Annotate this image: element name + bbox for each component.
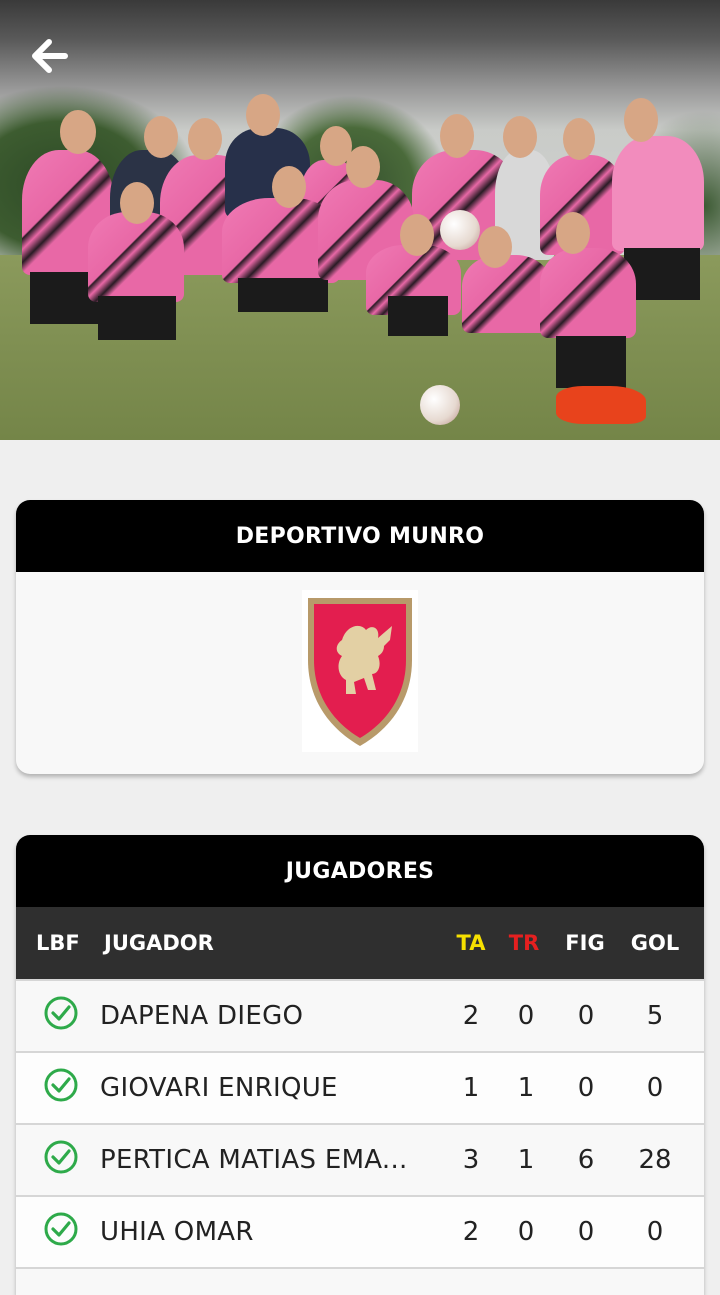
column-gol[interactable]: GOL bbox=[624, 907, 686, 979]
table-row[interactable]: UHIA OMAR 2 0 0 0 bbox=[16, 1195, 704, 1267]
team-card: DEPORTIVO MUNRO bbox=[16, 500, 704, 774]
player-name: PERTICA MATIAS EMA... bbox=[100, 1145, 408, 1175]
player-tr: 1 bbox=[517, 1145, 535, 1175]
table-header: LBF JUGADOR TA TR FIG GOL bbox=[16, 907, 704, 979]
arrow-left-icon bbox=[32, 39, 68, 73]
player-gol: 5 bbox=[646, 1001, 664, 1031]
column-player[interactable]: JUGADOR bbox=[104, 907, 214, 979]
photo-player bbox=[188, 118, 222, 160]
player-gol: 0 bbox=[646, 1217, 664, 1247]
player-ta: 2 bbox=[462, 1001, 480, 1031]
player-tr: 0 bbox=[517, 1001, 535, 1031]
team-crest bbox=[302, 590, 418, 752]
photo-player bbox=[503, 116, 537, 158]
player-name: DAPENA DIEGO bbox=[100, 1001, 304, 1031]
player-tr: 1 bbox=[517, 1073, 535, 1103]
player-name: GIOVARI ENRIQUE bbox=[100, 1073, 338, 1103]
column-ta[interactable]: TA bbox=[453, 907, 489, 979]
ball-icon bbox=[420, 385, 460, 425]
player-fig: 6 bbox=[577, 1145, 595, 1175]
back-button[interactable] bbox=[26, 36, 72, 76]
column-tr[interactable]: TR bbox=[506, 907, 542, 979]
check-circle-icon bbox=[44, 996, 78, 1030]
photo-cloth bbox=[556, 386, 646, 424]
player-tr: 0 bbox=[517, 1217, 535, 1247]
player-fig: 0 bbox=[577, 1217, 595, 1247]
column-lbf[interactable]: LBF bbox=[36, 907, 80, 979]
photo-player bbox=[60, 110, 96, 154]
player-fig: 0 bbox=[577, 1073, 595, 1103]
photo-player bbox=[120, 182, 154, 224]
photo-player bbox=[624, 98, 658, 142]
players-title: JUGADORES bbox=[16, 835, 704, 907]
player-gol: 0 bbox=[646, 1073, 664, 1103]
photo-player bbox=[88, 212, 184, 302]
team-photo bbox=[0, 0, 720, 440]
photo-player bbox=[540, 248, 636, 338]
photo-player bbox=[612, 136, 704, 251]
player-ta: 1 bbox=[462, 1073, 480, 1103]
photo-player bbox=[478, 226, 512, 268]
photo-player bbox=[346, 146, 380, 188]
check-circle-icon bbox=[44, 1140, 78, 1174]
check-circle-icon bbox=[44, 1212, 78, 1246]
player-fig: 0 bbox=[577, 1001, 595, 1031]
photo-player bbox=[563, 118, 595, 160]
photo-player bbox=[144, 116, 178, 158]
table-row[interactable] bbox=[16, 1267, 704, 1295]
photo-player bbox=[556, 212, 590, 254]
photo-player bbox=[238, 278, 328, 312]
photo-player bbox=[246, 94, 280, 136]
table-row[interactable]: PERTICA MATIAS EMA... 3 1 6 28 bbox=[16, 1123, 704, 1195]
player-ta: 3 bbox=[462, 1145, 480, 1175]
photo-player bbox=[400, 214, 434, 256]
photo-player bbox=[462, 255, 552, 333]
ball-icon bbox=[440, 210, 480, 250]
team-name: DEPORTIVO MUNRO bbox=[16, 500, 704, 572]
photo-player bbox=[98, 296, 176, 340]
check-circle-icon bbox=[44, 1068, 78, 1102]
table-row[interactable]: DAPENA DIEGO 2 0 0 5 bbox=[16, 979, 704, 1051]
player-name: UHIA OMAR bbox=[100, 1217, 254, 1247]
photo-player bbox=[440, 114, 474, 158]
table-row[interactable]: GIOVARI ENRIQUE 1 1 0 0 bbox=[16, 1051, 704, 1123]
column-fig[interactable]: FIG bbox=[562, 907, 608, 979]
player-ta: 2 bbox=[462, 1217, 480, 1247]
shield-icon bbox=[308, 598, 412, 746]
players-card: JUGADORES LBF JUGADOR TA TR FIG GOL DAPE… bbox=[16, 835, 704, 1295]
photo-player bbox=[272, 166, 306, 208]
player-gol: 28 bbox=[638, 1145, 672, 1175]
photo-player bbox=[556, 336, 626, 388]
photo-player bbox=[388, 296, 448, 336]
